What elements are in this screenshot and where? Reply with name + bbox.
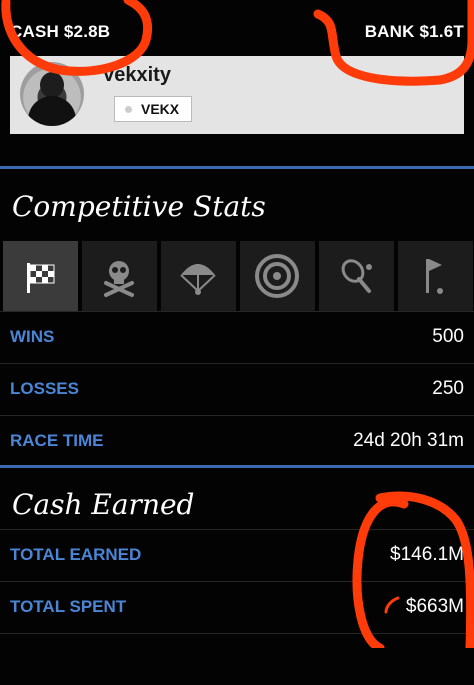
stat-value: 24d 20h 31m [353,430,464,451]
tab-shooting-range[interactable] [240,241,315,311]
top-bar: CASH $2.8B BANK $1.6T [0,0,474,56]
profile-card[interactable]: Vekxity VEKX [10,56,464,134]
crew-tag-badge[interactable]: VEKX [114,96,192,122]
tab-tennis[interactable] [319,241,394,311]
stat-label: TOTAL SPENT [10,597,127,616]
stat-row-total-spent: TOTAL SPENT $663M [0,581,474,633]
stat-value: 250 [432,378,464,399]
crew-tag: VEKX [141,101,180,117]
stat-row-total-earned: TOTAL EARNED $146.1M [0,529,474,581]
cash-balance: CASH $2.8B [10,22,111,41]
stat-value: $146.1M [390,544,464,565]
stat-value: $663M [405,596,464,617]
section-title-competitive: Competitive Stats [12,190,266,223]
section-title-cash-earned: Cash Earned [12,488,195,521]
tab-racing[interactable] [3,241,78,311]
player-name: Vekxity [102,64,171,86]
bank-balance: BANK $1.6T [364,22,464,41]
stat-category-tabs [3,241,474,311]
avatar [20,62,84,126]
section-divider [0,166,474,169]
crew-status-icon [125,106,132,113]
tab-golf[interactable] [398,241,473,311]
tab-parachuting[interactable] [161,241,236,311]
tab-deathmatch[interactable] [82,241,157,311]
stat-row-race-time: RACE TIME 24d 20h 31m [0,415,474,467]
stat-value: 500 [432,326,464,347]
stat-label: RACE TIME [10,431,104,450]
stat-row-wins: WINS 500 [0,311,474,363]
stat-label: WINS [10,327,55,346]
stat-row-losses: LOSSES 250 [0,363,474,415]
stat-label: TOTAL EARNED [10,545,142,564]
stat-label: LOSSES [10,379,79,398]
section-divider [0,465,474,468]
stat-row-next [0,633,474,685]
